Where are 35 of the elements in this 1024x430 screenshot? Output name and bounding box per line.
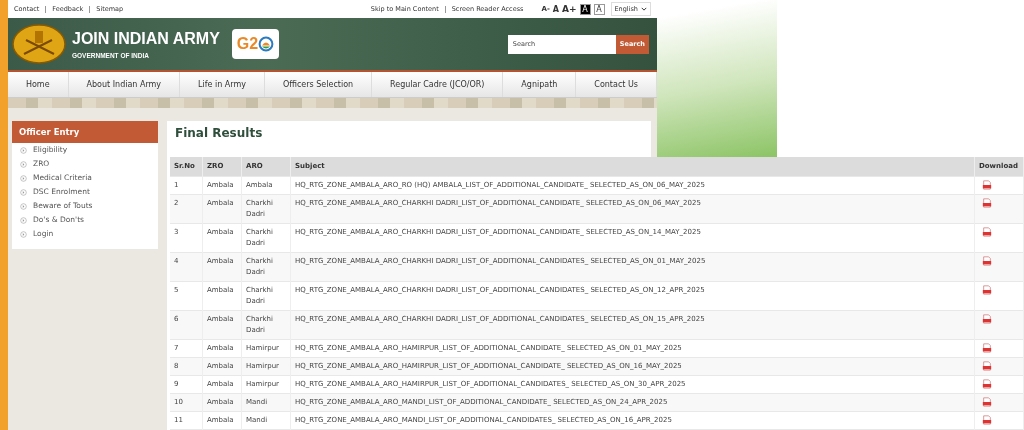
contrast-button[interactable]: A: [579, 3, 591, 15]
emblem-drawing: [12, 24, 66, 64]
nav-item[interactable]: About Indian Army: [68, 72, 181, 97]
pdf-file-icon[interactable]: [982, 180, 992, 190]
pdf-file-icon[interactable]: [982, 379, 992, 389]
sidebar-title: Officer Entry: [12, 121, 158, 143]
nav-item[interactable]: Officers Selection: [264, 72, 373, 97]
circle-arrow-icon: [20, 174, 27, 182]
chevron-icon: [641, 7, 647, 11]
g20-logo: G2: [231, 29, 280, 59]
nav-item[interactable]: Home: [8, 72, 69, 97]
nav-item[interactable]: Contact Us: [576, 72, 657, 97]
nav-item[interactable]: Agnipath: [503, 72, 577, 97]
font-size-button[interactable]: A: [552, 4, 559, 14]
site-title: JOIN INDIAN ARMY: [72, 29, 220, 48]
nav-item[interactable]: Regular Cadre (JCO/OR): [372, 72, 504, 97]
pdf-file-icon[interactable]: [982, 361, 992, 371]
pdf-file-icon[interactable]: [982, 314, 992, 324]
circle-arrow-icon: [20, 188, 27, 196]
nav-item[interactable]: Life in Army: [180, 72, 265, 97]
pdf-file-icon[interactable]: [982, 227, 992, 237]
pdf-file-icon[interactable]: [982, 415, 992, 425]
pdf-file-icon[interactable]: [982, 198, 992, 208]
contrast-button[interactable]: A: [593, 3, 605, 15]
pdf-file-icon[interactable]: [982, 397, 992, 407]
pdf-file-icon[interactable]: [982, 285, 992, 295]
circle-arrow-icon: [20, 202, 27, 210]
circle-arrow-icon: [20, 146, 27, 154]
pdf-file-icon[interactable]: [982, 256, 992, 266]
circle-arrow-icon: [20, 160, 27, 168]
font-size-button[interactable]: A+: [562, 4, 577, 14]
circle-arrow-icon: [20, 230, 27, 238]
page-title: Final Results: [167, 121, 651, 157]
circle-arrow-icon: [20, 216, 27, 224]
pdf-file-icon[interactable]: [982, 343, 992, 353]
